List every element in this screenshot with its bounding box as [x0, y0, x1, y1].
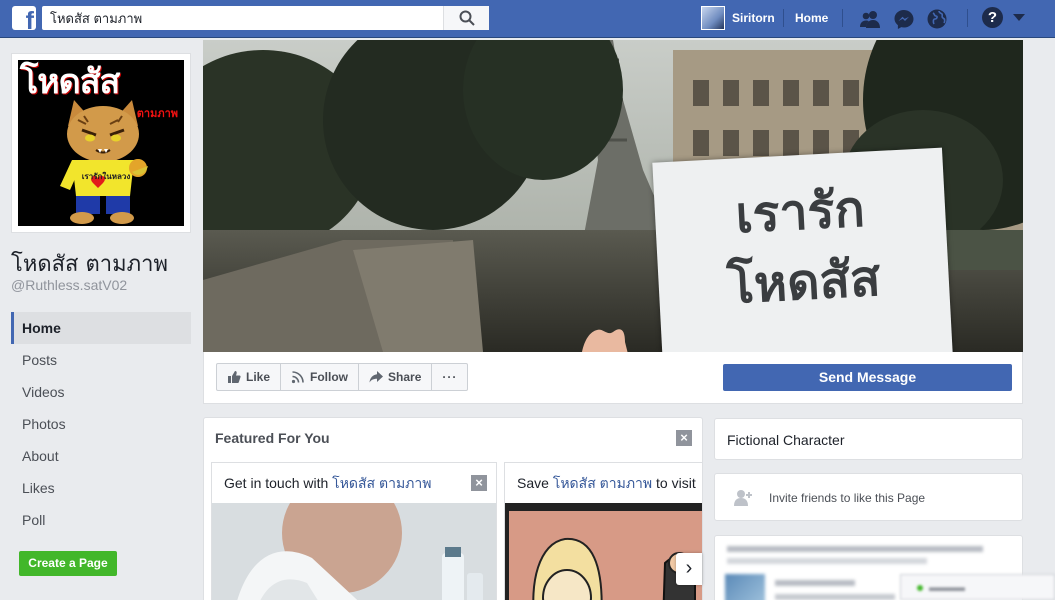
like-button[interactable]: Like — [217, 364, 282, 390]
card-heading-text: Save — [517, 475, 553, 491]
shirt-text: เรารักในหลวง — [81, 172, 131, 181]
page-username[interactable]: @Ruthless.satV02 — [11, 277, 127, 293]
divider — [967, 9, 968, 27]
profile-image: โหดสัส ตามภาพ เรารักในหลวง — [18, 60, 184, 226]
close-icon[interactable]: × — [676, 430, 692, 446]
search-button[interactable] — [443, 6, 489, 30]
blurred-thumbnail — [725, 574, 765, 600]
divider — [783, 9, 784, 27]
facebook-logo-icon[interactable]: f — [12, 6, 36, 30]
card-image — [505, 503, 702, 600]
online-status-icon — [917, 585, 923, 591]
page-link[interactable]: โหดสัส ตามภาพ — [553, 475, 652, 491]
friend-requests-icon[interactable] — [858, 7, 882, 31]
sign-line-2: โหดสัส — [725, 249, 882, 315]
avatar — [701, 6, 725, 30]
thumbs-up-icon — [228, 371, 241, 383]
follow-label: Follow — [310, 370, 349, 384]
more-options-icon: ··· — [442, 370, 458, 384]
featured-for-you-panel: Featured For You × Get in touch with โหด… — [203, 417, 703, 600]
invite-friends-label: Invite friends to like this Page — [769, 491, 926, 505]
search-input[interactable] — [42, 6, 437, 30]
share-label: Share — [388, 370, 422, 384]
card-heading-suffix: to visit — [652, 475, 696, 491]
featured-title: Featured For You — [215, 430, 330, 446]
search-box — [42, 6, 489, 30]
nav-item-photos[interactable]: Photos — [11, 408, 191, 440]
chat-bar[interactable]: ▬▬▬ — [900, 574, 1055, 600]
top-navigation-bar: f Siritorn Home ? — [0, 0, 1055, 38]
share-button[interactable]: Share — [359, 364, 433, 390]
page-title[interactable]: โหดสัส ตามภาพ — [11, 246, 168, 281]
user-name: Siritorn — [732, 11, 775, 25]
card-heading: Get in touch with โหดสัส ตามภาพ — [212, 463, 496, 503]
featured-card[interactable]: Save โหดสัส ตามภาพ to visit — [504, 462, 702, 600]
globe-notifications-icon[interactable] — [925, 7, 949, 31]
cover-sign: เรารัก โหดสัส — [652, 147, 954, 352]
comic-illustration — [505, 503, 702, 600]
nurse-photo — [212, 503, 496, 600]
nav-item-likes[interactable]: Likes — [11, 472, 191, 504]
send-message-button[interactable]: Send Message — [723, 364, 1012, 391]
angry-cat-illustration — [60, 100, 148, 224]
page-action-buttons: Like Follow Share ··· — [216, 363, 469, 391]
cover-photo[interactable]: เรารัก โหดสัส — [203, 40, 1023, 352]
profile-link[interactable]: Siritorn — [701, 5, 775, 31]
card-image — [212, 503, 496, 600]
page-profile-picture[interactable]: โหดสัส ตามภาพ เรารักในหลวง — [11, 53, 191, 233]
share-arrow-icon — [369, 371, 384, 383]
nav-item-videos[interactable]: Videos — [11, 376, 191, 408]
page-category[interactable]: Fictional Character — [714, 418, 1023, 460]
nav-item-poll[interactable]: Poll — [11, 504, 191, 536]
invite-friends-box[interactable]: Invite friends to like this Page — [714, 473, 1023, 521]
featured-card[interactable]: Get in touch with โหดสัส ตามภาพ × — [211, 462, 497, 600]
create-page-button[interactable]: Create a Page — [19, 551, 117, 576]
nav-item-posts[interactable]: Posts — [11, 344, 191, 376]
rss-follow-icon — [291, 371, 304, 384]
messenger-icon[interactable] — [892, 7, 916, 31]
divider — [842, 9, 843, 27]
page-navigation: Home Posts Videos Photos About Likes Pol… — [11, 312, 191, 536]
home-link[interactable]: Home — [795, 11, 828, 25]
nav-item-about[interactable]: About — [11, 440, 191, 472]
chat-label: ▬▬▬ — [929, 580, 965, 594]
page-link[interactable]: โหดสัส ตามภาพ — [332, 475, 431, 491]
more-options-button[interactable]: ··· — [432, 364, 467, 390]
account-menu-caret-icon[interactable] — [1013, 14, 1025, 21]
search-icon — [459, 10, 475, 26]
card-heading: Save โหดสัส ตามภาพ to visit — [505, 463, 702, 503]
page-action-bar: Like Follow Share ··· Send Message — [203, 352, 1023, 404]
chevron-right-icon[interactable]: › — [676, 553, 702, 585]
close-icon[interactable]: × — [471, 475, 487, 491]
hand-holding-sign — [582, 329, 628, 352]
card-heading-text: Get in touch with — [224, 475, 333, 491]
add-friend-icon — [734, 490, 752, 506]
follow-button[interactable]: Follow — [281, 364, 360, 390]
help-icon[interactable]: ? — [982, 7, 1003, 28]
like-label: Like — [246, 370, 271, 384]
nav-item-home[interactable]: Home — [11, 312, 191, 344]
